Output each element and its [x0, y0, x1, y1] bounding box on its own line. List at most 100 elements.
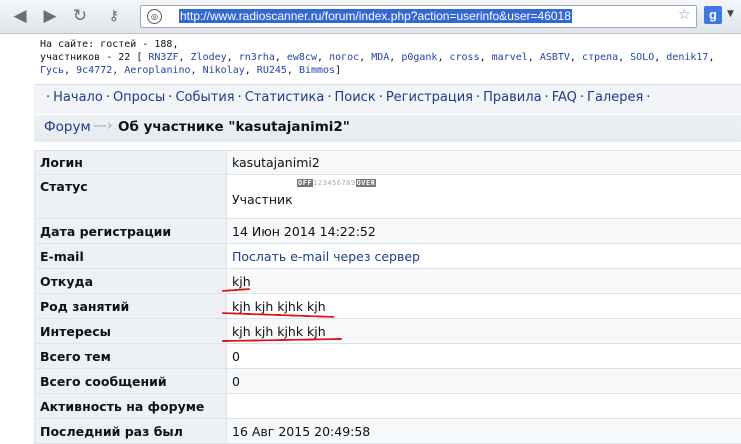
online-user-link[interactable]: marvel [492, 52, 528, 63]
rank-over: OVER [356, 179, 377, 187]
online-user-link[interactable]: логос [329, 52, 359, 63]
user-separator: , [112, 65, 124, 76]
online-users: На сайте: гостей - 188, участников - 22 … [40, 38, 741, 77]
back-icon[interactable]: ◀ [10, 6, 30, 26]
login-value: kasutajanimi2 [227, 151, 741, 175]
table-row: E-mail Послать e-mail через сервер [35, 244, 741, 269]
user-separator: , [654, 52, 666, 63]
online-user-link[interactable]: Bimmos [299, 65, 335, 76]
online-user-link[interactable]: RN3ZF [148, 52, 178, 63]
search-engine-icon[interactable]: g [704, 6, 722, 24]
online-user-link[interactable]: SOLO [630, 52, 654, 63]
user-separator: , [245, 65, 257, 76]
menu-separator: · [473, 90, 483, 105]
forward-icon[interactable]: ▶ [40, 6, 60, 26]
url-text[interactable]: http://www.radioscanner.ru/forum/index.p… [179, 9, 572, 23]
members-list: RN3ZF, Zlodey, rn3rha, ew8cw, логос, MDA… [40, 52, 714, 76]
user-separator: , [275, 52, 287, 63]
user-separator: , [528, 52, 540, 63]
user-separator: , [227, 52, 239, 63]
menu-separator: · [376, 90, 386, 105]
activity-value [227, 394, 741, 419]
online-user-link[interactable]: ew8cw [287, 52, 317, 63]
user-separator: , [179, 52, 191, 63]
table-row: Статус OFF123456789OVER Участник [35, 175, 741, 219]
user-separator: , [317, 52, 329, 63]
members-suffix: ] [335, 65, 341, 76]
menu-item[interactable]: Регистрация [386, 90, 473, 105]
table-row: Интересы kjh kjh kjhk kjh [35, 319, 741, 344]
table-row: Всего сообщений 0 [35, 369, 741, 394]
email-label: E-mail [35, 244, 227, 269]
status-label: Статус [35, 175, 227, 219]
address-bar[interactable]: ◎ http://www.radioscanner.ru/forum/index… [140, 5, 697, 28]
online-user-link[interactable]: Aeroplanino [124, 65, 190, 76]
online-user-link[interactable]: ASBTV [540, 52, 570, 63]
from-value: kjh [227, 269, 741, 294]
user-separator: , [708, 52, 714, 63]
menu-separator: · [577, 90, 587, 105]
table-row: Всего тем 0 [35, 344, 741, 369]
online-user-link[interactable]: denik17 [666, 52, 708, 63]
browser-toolbar: ◀ ▶ ↻ ⚷ ◎ http://www.radioscanner.ru/for… [0, 0, 741, 34]
menu-separator: · [643, 90, 653, 105]
menu-item[interactable]: Опросы [113, 90, 165, 105]
messages-value: 0 [227, 369, 741, 394]
from-label: Откуда [35, 269, 227, 294]
status-value: Участник [232, 192, 293, 207]
user-separator: , [191, 65, 203, 76]
menu-item[interactable]: События [175, 90, 234, 105]
table-row: Логин kasutajanimi2 [35, 151, 741, 175]
table-row: Род занятий kjh kjh kjhk kjh [35, 294, 741, 319]
menu-item[interactable]: Галерея [587, 90, 643, 105]
online-user-link[interactable]: стрела [582, 52, 618, 63]
user-separator: , [437, 52, 449, 63]
user-separator: , [389, 52, 401, 63]
menu-separator: · [43, 90, 53, 105]
reload-icon[interactable]: ↻ [70, 6, 90, 26]
login-label: Логин [35, 151, 227, 175]
menu-item[interactable]: FAQ [552, 90, 577, 105]
last-seen-label: Последний раз был [35, 419, 227, 444]
email-cell: Послать e-mail через сервер [227, 244, 741, 269]
topics-label: Всего тем [35, 344, 227, 369]
page-title: Об участнике "kasutajanimi2" [118, 119, 350, 135]
breadcrumb-forum-link[interactable]: Форум [44, 119, 91, 135]
site-info-icon[interactable]: ◎ [147, 9, 162, 24]
bookmark-star-icon[interactable]: ☆ [678, 7, 691, 23]
reg-date-value: 14 Июн 2014 14:22:52 [227, 219, 741, 244]
online-user-link[interactable]: MDA [371, 52, 389, 63]
menu-separator: · [235, 90, 245, 105]
user-separator: , [618, 52, 630, 63]
search-dropdown-icon[interactable]: ▼ [727, 9, 734, 19]
table-row: Последний раз был 16 Авг 2015 20:49:58 [35, 419, 741, 444]
interests-label: Интересы [35, 319, 227, 344]
online-members: участников - 22 [ RN3ZF, Zlodey, rn3rha,… [40, 51, 741, 77]
key-icon[interactable]: ⚷ [104, 6, 124, 26]
online-user-link[interactable]: RU245 [257, 65, 287, 76]
topics-value: 0 [227, 344, 741, 369]
user-separator: , [64, 65, 76, 76]
menu-item[interactable]: Статистика [245, 90, 325, 105]
table-row: Дата регистрации 14 Июн 2014 14:22:52 [35, 219, 741, 244]
online-user-link[interactable]: Гусь [40, 65, 64, 76]
online-user-link[interactable]: p0gank [401, 52, 437, 63]
reg-date-label: Дата регистрации [35, 219, 227, 244]
send-email-link[interactable]: Послать e-mail через сервер [232, 249, 420, 264]
online-user-link[interactable]: Zlodey [191, 52, 227, 63]
online-user-link[interactable]: 9c4772 [76, 65, 112, 76]
menu-item[interactable]: Правила [483, 90, 541, 105]
online-user-link[interactable]: cross [449, 52, 479, 63]
rank-stars: OFF123456789OVER [232, 177, 741, 192]
online-user-link[interactable]: Nikolay [203, 65, 245, 76]
activity-label: Активность на форуме [35, 394, 227, 419]
menu-item[interactable]: Поиск [335, 90, 376, 105]
table-row: Активность на форуме [35, 394, 741, 419]
user-separator: , [570, 52, 582, 63]
messages-label: Всего сообщений [35, 369, 227, 394]
online-user-link[interactable]: rn3rha [239, 52, 275, 63]
members-prefix: участников - 22 [ [40, 52, 142, 63]
menu-separator: · [165, 90, 175, 105]
menu-separator: · [542, 90, 552, 105]
menu-item[interactable]: Начало [53, 90, 103, 105]
